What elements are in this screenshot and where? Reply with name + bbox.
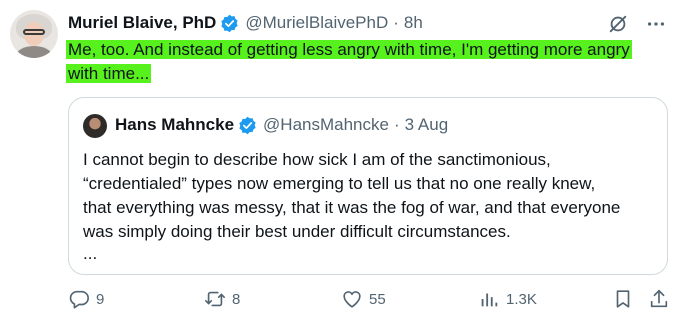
quoted-avatar[interactable]	[83, 114, 107, 138]
more-dots-icon[interactable]	[644, 12, 668, 36]
tweet-header: Muriel Blaive, PhD @MurielBlaivePhD · 8h	[68, 12, 423, 34]
separator-dot: ·	[393, 13, 399, 32]
like-count: 55	[369, 290, 386, 308]
verified-badge-icon	[221, 14, 238, 32]
bookmark-button[interactable]	[612, 288, 634, 310]
quoted-ellipsis: ...	[83, 244, 98, 263]
quoted-header: Hans Mahncke @HansMahncke · 3 Aug	[115, 115, 448, 135]
quoted-tweet[interactable]: Hans Mahncke @HansMahncke · 3 Aug I cann…	[68, 97, 668, 275]
quoted-text: I cannot begin to describe how sick I am…	[83, 148, 655, 244]
retweet-icon	[205, 291, 225, 307]
retweet-count: 8	[232, 290, 241, 308]
quoted-text-line: “credentialed” types now emerging to tel…	[83, 174, 596, 193]
quoted-text-line: I cannot begin to describe how sick I am…	[83, 150, 551, 169]
verified-badge-icon	[239, 116, 256, 134]
quoted-text-line: was simply doing their best under diffic…	[83, 222, 511, 241]
quoted-date[interactable]: 3 Aug	[405, 115, 449, 135]
tweet-text: Me, too. And instead of getting less ang…	[66, 38, 666, 86]
bookmark-icon	[616, 290, 630, 308]
quoted-author-name[interactable]: Hans Mahncke	[115, 115, 234, 135]
quoted-author-handle[interactable]: @HansMahncke	[263, 115, 389, 135]
separator-dot: ·	[393, 115, 400, 134]
timestamp[interactable]: 8h	[404, 13, 423, 33]
reply-button[interactable]: 9	[68, 288, 104, 310]
like-button[interactable]: 55	[341, 288, 386, 310]
reply-count: 9	[96, 290, 105, 308]
reply-icon	[69, 290, 89, 309]
retweet-button[interactable]: 8	[204, 288, 240, 310]
grok-icon[interactable]	[606, 12, 630, 36]
views-button[interactable]: 1.3K	[478, 288, 537, 310]
views-count: 1.3K	[506, 290, 537, 308]
share-icon	[650, 289, 668, 308]
action-bar: 9 8 55 1.3K	[68, 288, 668, 312]
quoted-text-line: that everything was messy, that it was t…	[83, 198, 621, 217]
views-icon	[481, 293, 498, 307]
avatar[interactable]	[10, 10, 58, 58]
author-name[interactable]: Muriel Blaive, PhD	[68, 13, 216, 33]
heart-icon	[343, 291, 361, 308]
share-button[interactable]	[648, 288, 670, 310]
tweet-text-line: with time...	[66, 64, 152, 83]
tweet-text-line: Me, too. And instead of getting less ang…	[66, 40, 632, 59]
author-handle[interactable]: @MurielBlaivePhD	[245, 13, 388, 33]
